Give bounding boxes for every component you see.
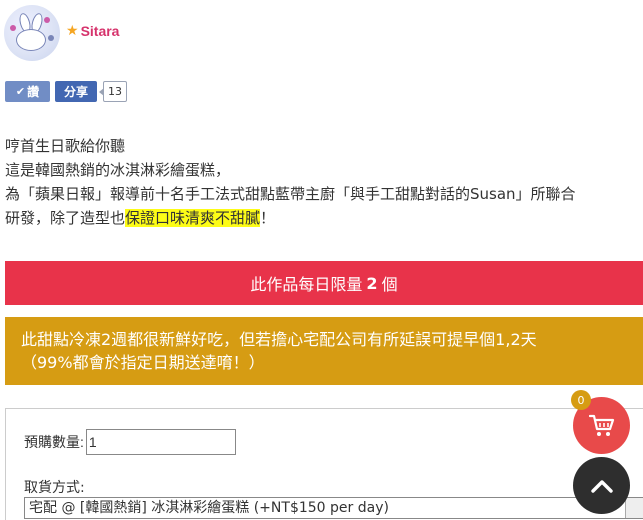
check-icon: ✔ [15, 85, 26, 98]
chevron-up-icon [590, 479, 613, 493]
back-to-top-button[interactable] [573, 457, 630, 514]
notice-line: 此甜點冷凍2週都很新鮮好吃，但若擔心宅配公司有所延誤可提早個1,2天 [21, 330, 537, 349]
cart-count-badge: 0 [571, 390, 591, 410]
limit-suffix: 個 [381, 275, 398, 294]
daily-limit-banner: 此作品每日限量 2 個 [5, 261, 643, 305]
social-bar: ✔ 讚 分享 13 [5, 81, 127, 102]
description-text: ！ [260, 209, 276, 227]
product-description: 哼首生日歌給你聽 這是韓國熱銷的冰淇淋彩繪蛋糕， 為「蘋果日報」報導前十名手工法… [5, 134, 643, 230]
description-text: 研發，除了造型也 [5, 209, 126, 227]
pickup-selected-value: 宅配 @ [韓國熱銷] 冰淇淋彩繪蛋糕 (+NT$150 per day) [29, 500, 389, 516]
pickup-method-select[interactable]: 宅配 @ [韓國熱銷] 冰淇淋彩繪蛋糕 (+NT$150 per day) [24, 497, 643, 519]
like-button[interactable]: ✔ 讚 [5, 81, 50, 102]
select-arrow[interactable] [625, 498, 643, 518]
star-icon: ★ [66, 23, 79, 39]
share-label: 分享 [63, 85, 88, 99]
user-header: ★ Sitara [4, 4, 119, 62]
freshness-notice-banner: 此甜點冷凍2週都很新鮮好吃，但若擔心宅配公司有所延誤可提早個1,2天 （99%都… [5, 317, 643, 385]
quantity-input[interactable] [85, 429, 236, 455]
username[interactable]: Sitara [81, 23, 120, 39]
user-name-row: ★ Sitara [66, 23, 119, 39]
description-line: 哼首生日歌給你聽 [5, 137, 126, 155]
quantity-label: 預購數量: [24, 434, 84, 450]
notice-line: （99%都會於指定日期送達唷！） [21, 353, 265, 372]
limit-count: 2 [366, 273, 378, 293]
share-button[interactable]: 分享 [55, 81, 97, 102]
quantity-row: 預購數量: [24, 429, 236, 455]
description-line: 這是韓國熱銷的冰淇淋彩繪蛋糕， [5, 161, 231, 179]
share-count: 13 [99, 81, 127, 102]
description-line: 研發，除了造型也保證口味清爽不甜膩！ [5, 206, 643, 230]
like-label: 讚 [27, 85, 40, 99]
description-line: 為「蘋果日報」報導前十名手工法式甜點藍帶主廚「與手工甜點對話的Susan」所聯合 [5, 185, 576, 203]
avatar[interactable] [4, 5, 60, 61]
cart-icon [588, 414, 614, 436]
highlighted-text: 保證口味清爽不甜膩 [125, 209, 261, 227]
order-form: 預購數量: 取貨方式: 宅配 @ [韓國熱銷] 冰淇淋彩繪蛋糕 (+NT$150… [5, 408, 643, 520]
limit-prefix: 此作品每日限量 [250, 275, 363, 294]
pickup-method-label: 取貨方式: [24, 480, 85, 496]
